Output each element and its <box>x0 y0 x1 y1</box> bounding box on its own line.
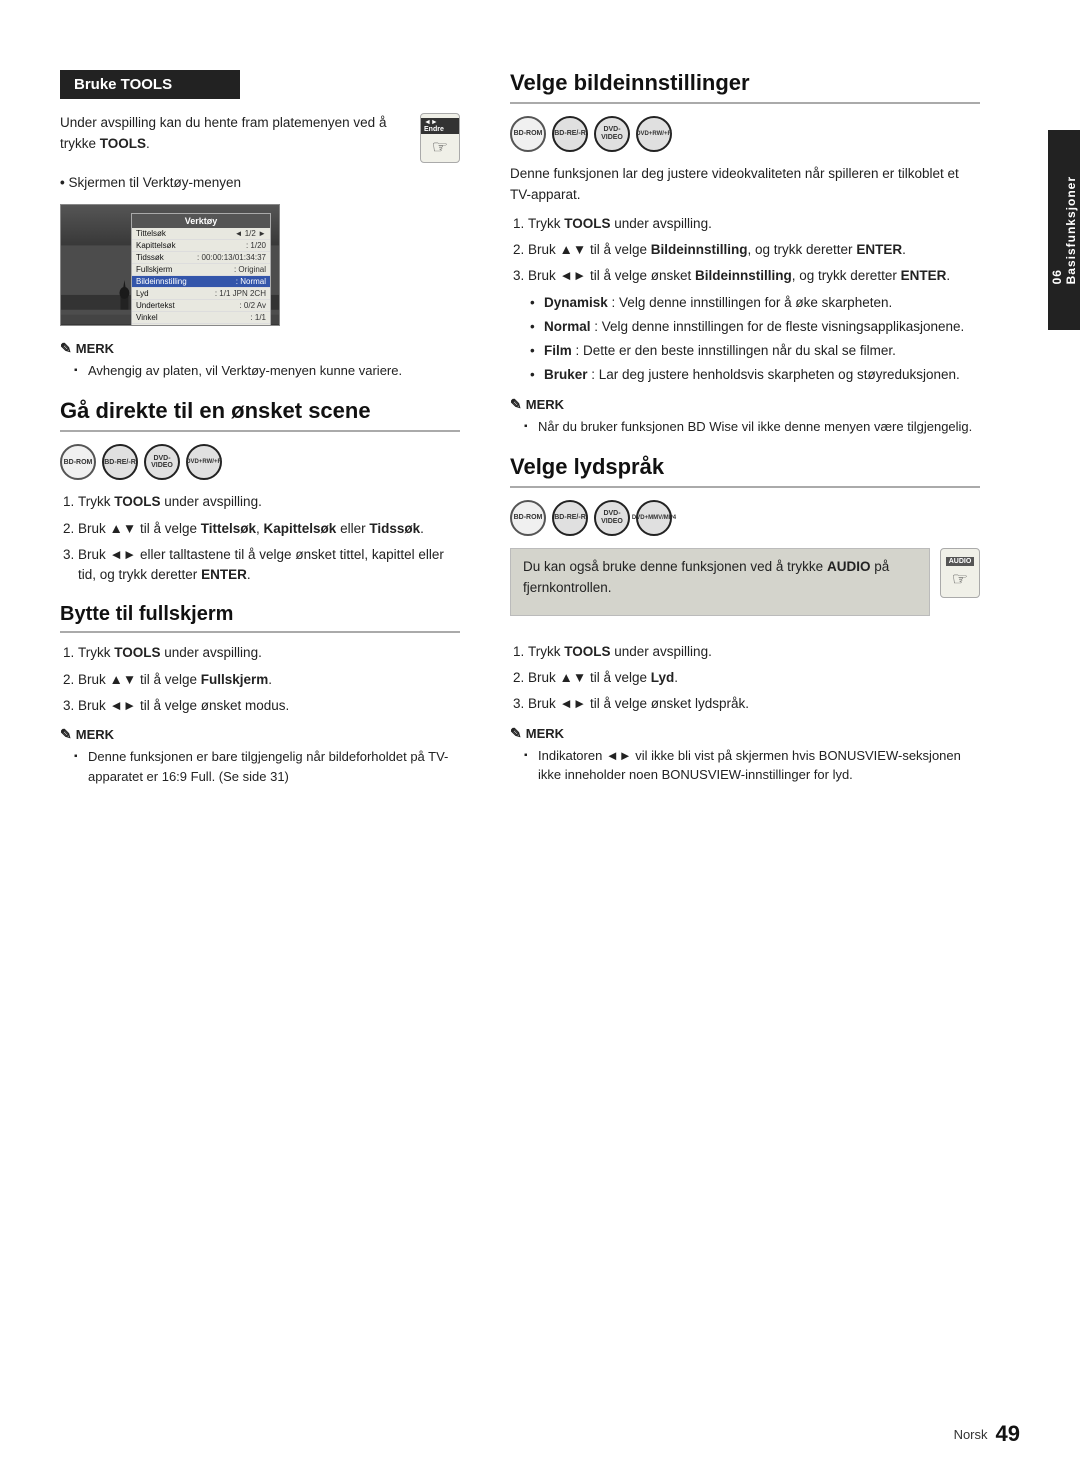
velge-bilde-steps: Trykk TOOLS under avspilling. Bruk ▲▼ ti… <box>510 214 980 386</box>
menu-row-lyd: Lyd: 1/1 JPN 2CH <box>132 288 270 300</box>
tools-menu-overlay: Verktøy Tittelsøk◄ 1/2 ► Kapittelsøk: 1/… <box>131 213 271 326</box>
bilde-bullet-film: Film : Dette er den beste innstillingen … <box>528 341 980 361</box>
merk-title-1: MERK <box>60 340 460 357</box>
audio-remote-icon: AUDIO ☞ <box>940 548 980 598</box>
audio-label: AUDIO <box>946 557 975 566</box>
bruke-tools-merk: MERK Avhengig av platen, vil Verktøy-men… <box>60 340 460 381</box>
ga-direkte-section: Gå direkte til en ønsket scene BD-ROM BD… <box>60 398 460 585</box>
menu-row-undertekst: Undertekst: 0/2 Av <box>132 300 270 312</box>
disc-bd-rom-3: BD-ROM <box>510 500 546 536</box>
screen-label: • Skjermen til Verktøy-menyen <box>60 173 460 194</box>
bytte-fullskjerm-merk: MERK Denne funksjonen er bare tilgjengel… <box>60 726 460 786</box>
right-column: Velge bildeinnstillinger BD-ROM BD-RE/-R… <box>490 40 1030 1437</box>
velge-bilde-disc-icons: BD-ROM BD-RE/-R DVD-VIDEO DVD+RW/+R <box>510 116 980 152</box>
menu-row-bonusview-video: BONUSVIEW-video: Av <box>132 324 270 326</box>
bytte-fullskjerm-section: Bytte til fullskjerm Trykk TOOLS under a… <box>60 603 460 786</box>
ga-direkte-title: Gå direkte til en ønsket scene <box>60 398 460 432</box>
velge-lyd-steps: Trykk TOOLS under avspilling. Bruk ▲▼ ti… <box>510 642 980 715</box>
hand-icon: ☞ <box>432 137 448 158</box>
disc-bd-re-3: BD-RE/-R <box>552 500 588 536</box>
bytte-fullskjerm-step-2: Bruk ▲▼ til å velge Fullskjerm. <box>78 670 460 690</box>
bruke-tools-title: Bruke TOOLS <box>60 70 240 99</box>
bytte-fullskjerm-steps: Trykk TOOLS under avspilling. Bruk ▲▼ ti… <box>60 643 460 716</box>
velge-bilde-step-3: Bruk ◄► til å velge ønsket Bildeinnstill… <box>528 266 980 385</box>
disc-bd-re-2: BD-RE/-R <box>552 116 588 152</box>
velge-lyd-disc-icons: BD-ROM BD-RE/-R DVD-VIDEO DVD+MMV/MP4 <box>510 500 980 536</box>
disc-dvd-mmv-3: DVD+MMV/MP4 <box>636 500 672 536</box>
merk-inner-3: Når du bruker funksjonen BD Wise vil ikk… <box>510 417 980 437</box>
tools-screenshot-wrapper: Verktøy Tittelsøk◄ 1/2 ► Kapittelsøk: 1/… <box>60 204 460 326</box>
merk-inner-1: Avhengig av platen, vil Verktøy-menyen k… <box>60 361 460 381</box>
velge-lyd-step-3: Bruk ◄► til å velge ønsket lydspråk. <box>528 694 980 714</box>
disc-bd-re-1: BD-RE/-R <box>102 444 138 480</box>
page-container: Bruke TOOLS Under avspilling kan du hent… <box>0 0 1080 1477</box>
menu-row-tidssok: Tidssøk: 00:00:13/01:34:37 <box>132 252 270 264</box>
bilde-bullet-dynamisk: Dynamisk : Velg denne innstillingen for … <box>528 293 980 313</box>
bytte-fullskjerm-step-1: Trykk TOOLS under avspilling. <box>78 643 460 663</box>
tools-label: ◄► Endre <box>421 118 459 134</box>
velge-bilde-step-2: Bruk ▲▼ til å velge Bildeinnstilling, og… <box>528 240 980 260</box>
velge-bilde-intro: Denne funksjonen lar deg justere videokv… <box>510 164 980 206</box>
tools-menu-title: Verktøy <box>132 214 270 228</box>
merk-item-1: Avhengig av platen, vil Verktøy-menyen k… <box>74 361 460 381</box>
velge-lyd-step-2: Bruk ▲▼ til å velge Lyd. <box>528 668 980 688</box>
velge-bilde-bullets: Dynamisk : Velg denne innstillingen for … <box>528 293 980 386</box>
tools-screenshot: Verktøy Tittelsøk◄ 1/2 ► Kapittelsøk: 1/… <box>60 204 280 326</box>
left-column: Bruke TOOLS Under avspilling kan du hent… <box>0 40 490 1437</box>
menu-row-fullskjerm: Fullskjerm: Original <box>132 264 270 276</box>
velge-bilde-section: Velge bildeinnstillinger BD-ROM BD-RE/-R… <box>510 70 980 436</box>
velge-lyd-section: Velge lydspråk BD-ROM BD-RE/-R DVD-VIDEO… <box>510 454 980 785</box>
disc-dvd-rw-1: DVD+RW/+R <box>186 444 222 480</box>
section-tab-label: 06 Basisfunksjoner <box>1050 176 1078 284</box>
page-lang: Norsk <box>954 1427 988 1442</box>
ga-direkte-disc-icons: BD-ROM BD-RE/-R DVD-VIDEO DVD+RW/+R <box>60 444 460 480</box>
audio-box: Du kan også bruke denne funksjonen ved å… <box>510 548 930 616</box>
merk-title-3: MERK <box>510 396 980 413</box>
ga-direkte-step-3: Bruk ◄► eller talltastene til å velge øn… <box>78 545 460 586</box>
disc-dvd-rw-2: DVD+RW/+R <box>636 116 672 152</box>
merk-inner-2: Denne funksjonen er bare tilgjengelig nå… <box>60 747 460 786</box>
ga-direkte-steps: Trykk TOOLS under avspilling. Bruk ▲▼ ti… <box>60 492 460 585</box>
velge-lyd-merk: MERK Indikatoren ◄► vil ikke bli vist på… <box>510 725 980 785</box>
ga-direkte-step-1: Trykk TOOLS under avspilling. <box>78 492 460 512</box>
velge-lyd-step-1: Trykk TOOLS under avspilling. <box>528 642 980 662</box>
merk-item-2: Denne funksjonen er bare tilgjengelig nå… <box>74 747 460 786</box>
velge-bilde-merk: MERK Når du bruker funksjonen BD Wise vi… <box>510 396 980 437</box>
velge-lyd-title: Velge lydspråk <box>510 454 980 488</box>
page-number: 49 <box>996 1421 1020 1447</box>
velge-bilde-title: Velge bildeinnstillinger <box>510 70 980 104</box>
menu-row-vinkel: Vinkel: 1/1 <box>132 312 270 324</box>
bytte-fullskjerm-step-3: Bruk ◄► til å velge ønsket modus. <box>78 696 460 716</box>
disc-dvd-video-3: DVD-VIDEO <box>594 500 630 536</box>
page-footer: Norsk 49 <box>954 1421 1020 1447</box>
section-tab: 06 Basisfunksjoner <box>1048 130 1080 330</box>
merk-item-3: Når du bruker funksjonen BD Wise vil ikk… <box>524 417 980 437</box>
disc-dvd-video-1: DVD-VIDEO <box>144 444 180 480</box>
tools-remote-icon: ◄► Endre ☞ <box>420 113 460 163</box>
merk-title-2: MERK <box>60 726 460 743</box>
bruke-tools-intro: Under avspilling kan du hente fram plate… <box>60 113 408 155</box>
disc-bd-rom-1: BD-ROM <box>60 444 96 480</box>
audio-box-text: Du kan også bruke denne funksjonen ved å… <box>523 557 917 599</box>
menu-row-tittelsok: Tittelsøk◄ 1/2 ► <box>132 228 270 240</box>
ga-direkte-step-2: Bruk ▲▼ til å velge Tittelsøk, Kapittels… <box>78 519 460 539</box>
merk-inner-4: Indikatoren ◄► vil ikke bli vist på skje… <box>510 746 980 785</box>
menu-row-bildeinnstilling: Bildeinnstilling: Normal <box>132 276 270 288</box>
velge-bilde-step-1: Trykk TOOLS under avspilling. <box>528 214 980 234</box>
menu-row-kapittelsok: Kapittelsøk: 1/20 <box>132 240 270 252</box>
tools-bg-image: Verktøy Tittelsøk◄ 1/2 ► Kapittelsøk: 1/… <box>61 205 279 325</box>
bytte-fullskjerm-title: Bytte til fullskjerm <box>60 603 460 633</box>
disc-dvd-video-2: DVD-VIDEO <box>594 116 630 152</box>
bilde-bullet-normal: Normal : Velg denne innstillingen for de… <box>528 317 980 337</box>
merk-title-4: MERK <box>510 725 980 742</box>
bruke-tools-section: Bruke TOOLS Under avspilling kan du hent… <box>60 70 460 380</box>
audio-hand-icon: ☞ <box>952 569 968 590</box>
merk-item-4: Indikatoren ◄► vil ikke bli vist på skje… <box>524 746 980 785</box>
bilde-bullet-bruker: Bruker : Lar deg justere henholdsvis ska… <box>528 365 980 385</box>
disc-bd-rom-2: BD-ROM <box>510 116 546 152</box>
